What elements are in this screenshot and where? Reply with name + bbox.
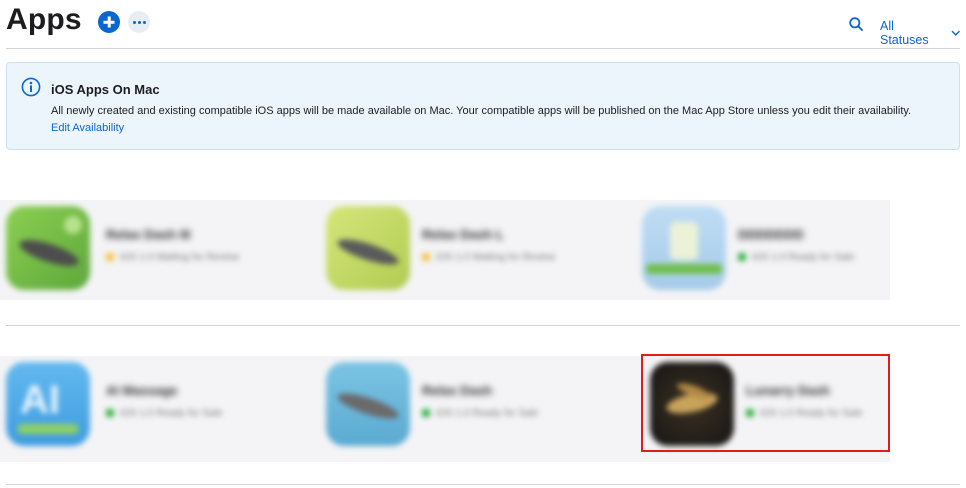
app-status: iOS 1.0 Ready for Sale bbox=[422, 408, 538, 419]
status-filter-label: All Statuses bbox=[880, 19, 929, 47]
app-card[interactable]: Relax Dash L iOS 1.0 Waiting for Review bbox=[316, 200, 596, 300]
status-dot bbox=[106, 253, 114, 262]
app-name: Lunarry Dash bbox=[746, 383, 830, 398]
app-icon bbox=[650, 362, 734, 446]
app-status: iOS 1.0 Waiting for Review bbox=[422, 252, 555, 263]
app-icon: AI bbox=[6, 362, 90, 446]
app-name: Relax Dash bbox=[422, 383, 493, 398]
row-divider bbox=[6, 484, 960, 485]
app-icon bbox=[326, 206, 410, 290]
banner-body: All newly created and existing compatibl… bbox=[51, 105, 912, 117]
app-status: iOS 1.0 Ready for Sale bbox=[106, 408, 222, 419]
header-divider bbox=[6, 48, 960, 49]
page-title: Apps bbox=[6, 3, 82, 36]
status-dot bbox=[106, 409, 114, 418]
status-dot bbox=[746, 409, 754, 418]
info-banner: iOS Apps On Mac All newly created and ex… bbox=[6, 62, 960, 150]
info-icon bbox=[21, 77, 41, 97]
status-filter-dropdown[interactable]: All Statuses bbox=[880, 19, 960, 47]
app-name: AI Massage bbox=[106, 383, 178, 398]
status-dot bbox=[422, 253, 430, 262]
row-divider bbox=[6, 325, 960, 326]
app-icon bbox=[326, 362, 410, 446]
edit-availability-link[interactable]: Edit Availability bbox=[51, 122, 124, 134]
app-card[interactable]: AI AI Massage iOS 1.0 Ready for Sale bbox=[0, 356, 280, 456]
app-row: AI AI Massage iOS 1.0 Ready for Sale Rel… bbox=[0, 356, 966, 462]
app-icon bbox=[6, 206, 90, 290]
app-status: iOS 1.0 Waiting for Review bbox=[106, 252, 239, 263]
app-card[interactable]: Lunarry Dash iOS 1.0 Ready for Sale bbox=[640, 356, 920, 456]
app-status: iOS 1.0 Ready for Sale bbox=[746, 408, 862, 419]
app-row: Relax Dash III iOS 1.0 Waiting for Revie… bbox=[0, 200, 966, 300]
chevron-down-icon bbox=[950, 30, 960, 36]
banner-text: All newly created and existing compatibl… bbox=[51, 103, 931, 137]
search-icon[interactable] bbox=[849, 17, 863, 31]
status-dot bbox=[422, 409, 430, 418]
ellipsis-icon bbox=[133, 21, 136, 24]
banner-title: iOS Apps On Mac bbox=[51, 82, 160, 97]
app-icon bbox=[642, 206, 726, 290]
app-name: DDDDDDD bbox=[738, 227, 804, 242]
page-header: Apps All Statuses bbox=[6, 0, 960, 48]
more-options-button[interactable] bbox=[128, 11, 150, 33]
app-card[interactable]: DDDDDDD iOS 1.0 Ready for Sale bbox=[632, 200, 912, 300]
app-name: Relax Dash L bbox=[422, 227, 504, 242]
app-card[interactable]: Relax Dash III iOS 1.0 Waiting for Revie… bbox=[0, 200, 280, 300]
app-status: iOS 1.0 Ready for Sale bbox=[738, 252, 854, 263]
app-card[interactable]: Relax Dash iOS 1.0 Ready for Sale bbox=[316, 356, 596, 456]
app-name: Relax Dash III bbox=[106, 227, 191, 242]
status-dot bbox=[738, 253, 746, 262]
add-app-button[interactable] bbox=[98, 11, 120, 33]
